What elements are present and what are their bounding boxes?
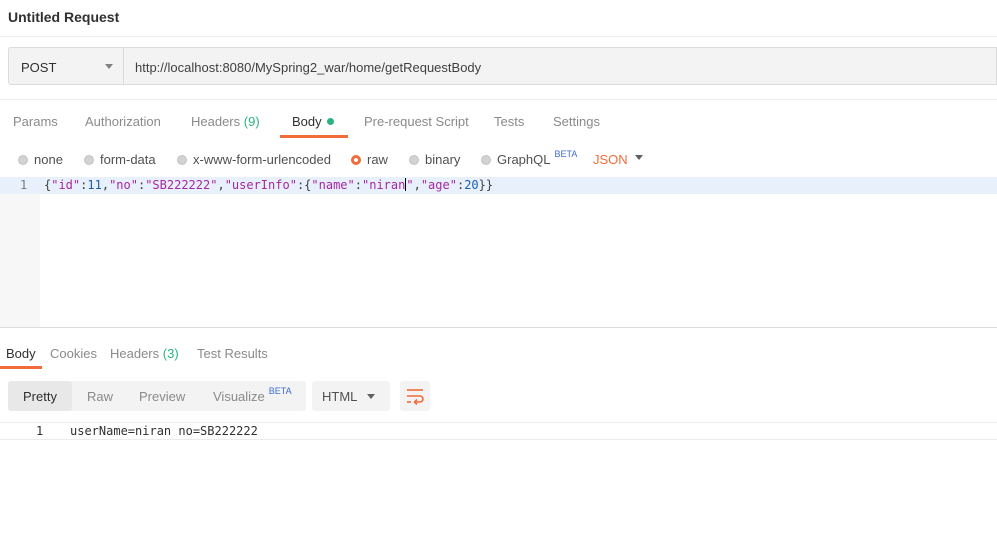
radio-circle-icon	[84, 155, 94, 165]
chevron-down-icon[interactable]	[635, 155, 643, 160]
response-line-number: 1	[36, 424, 44, 438]
editor-gutter	[0, 177, 40, 327]
graphql-beta-badge: BETA	[554, 149, 578, 159]
body-type-selector: none form-data x-www-form-urlencoded raw…	[0, 145, 997, 171]
response-text: userName=niran no=SB222222	[70, 424, 258, 438]
view-mode-segmented: Pretty Raw Preview Visualize BETA	[8, 381, 306, 411]
response-body: 1 userName=niran no=SB222222	[0, 422, 997, 440]
radio-raw[interactable]: raw	[351, 152, 388, 167]
request-body-editor[interactable]: 1 {"id":11,"no":"SB222222","userInfo":{"…	[0, 177, 997, 328]
view-preview[interactable]: Preview	[139, 389, 185, 404]
radio-binary[interactable]: binary	[409, 152, 460, 167]
tab-body[interactable]: Body	[292, 114, 334, 129]
view-raw[interactable]: Raw	[87, 389, 113, 404]
title-bar	[0, 0, 997, 37]
url-text: http://localhost:8080/MySpring2_war/home…	[135, 60, 482, 75]
response-tab-cookies[interactable]: Cookies	[50, 346, 97, 361]
code-line: {"id":11,"no":"SB222222","userInfo":{"na…	[44, 178, 494, 192]
response-tabs: Body Cookies Headers (3) Test Results	[0, 338, 997, 369]
radio-circle-icon	[481, 155, 491, 165]
view-visualize[interactable]: Visualize BETA	[213, 386, 292, 404]
response-format-select[interactable]: HTML	[312, 381, 390, 411]
wrap-lines-button[interactable]	[400, 381, 430, 411]
request-tabs: Params Authorization Headers (9) Body Pr…	[0, 99, 997, 138]
method-label: POST	[21, 60, 57, 75]
radio-circle-icon	[177, 155, 187, 165]
wrap-lines-icon	[407, 389, 424, 406]
response-format-label: HTML	[322, 389, 358, 404]
tab-tests[interactable]: Tests	[494, 114, 524, 129]
radio-urlencoded[interactable]: x-www-form-urlencoded	[177, 152, 331, 167]
visualize-beta-badge: BETA	[268, 386, 292, 396]
radio-selected-icon	[351, 155, 361, 165]
response-headers-count: (3)	[162, 346, 179, 361]
url-input[interactable]: http://localhost:8080/MySpring2_war/home…	[124, 47, 997, 85]
response-tab-headers[interactable]: Headers (3)	[110, 346, 179, 361]
active-tab-underline	[0, 366, 42, 369]
tab-pre-request-script[interactable]: Pre-request Script	[364, 114, 469, 129]
chevron-down-icon	[105, 64, 113, 69]
url-row: POST http://localhost:8080/MySpring2_war…	[8, 47, 997, 87]
tab-authorization[interactable]: Authorization	[85, 114, 161, 129]
response-tab-test-results[interactable]: Test Results	[197, 346, 268, 361]
chevron-down-icon	[367, 394, 375, 399]
radio-graphql[interactable]: GraphQL BETA	[481, 149, 578, 167]
active-tab-underline	[280, 135, 348, 138]
tab-params[interactable]: Params	[13, 114, 58, 129]
radio-circle-icon	[18, 155, 28, 165]
request-title[interactable]: Untitled Request	[8, 9, 119, 25]
response-view-controls: Pretty Raw Preview Visualize BETA HTML	[8, 381, 997, 412]
view-pretty[interactable]: Pretty	[23, 389, 57, 404]
line-number: 1	[20, 178, 28, 192]
response-tab-body[interactable]: Body	[6, 346, 36, 361]
radio-form-data[interactable]: form-data	[84, 152, 156, 167]
format-select[interactable]: JSON	[593, 152, 628, 167]
headers-count: (9)	[243, 114, 260, 129]
radio-circle-icon	[409, 155, 419, 165]
body-indicator-dot-icon	[326, 118, 334, 125]
radio-none[interactable]: none	[18, 152, 63, 167]
tab-headers[interactable]: Headers (9)	[191, 114, 260, 129]
method-select[interactable]: POST	[8, 47, 124, 85]
tab-settings[interactable]: Settings	[553, 114, 600, 129]
